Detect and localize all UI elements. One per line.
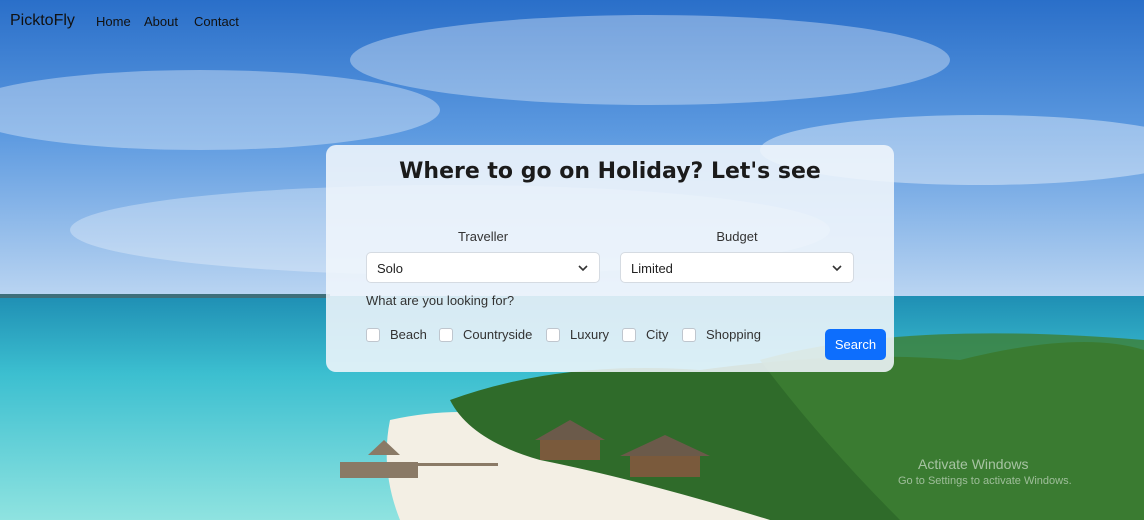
nav-link-about[interactable]: About [144, 14, 178, 29]
search-button[interactable]: Search [825, 329, 886, 360]
nav-link-contact[interactable]: Contact [194, 14, 239, 29]
checkbox-countryside-label: Countryside [463, 327, 533, 342]
holiday-search-card: Where to go on Holiday? Let's see Travel… [326, 145, 894, 372]
chevron-down-icon [832, 265, 842, 272]
checkbox-shopping-box[interactable] [682, 327, 696, 342]
checkbox-city-label: City [646, 327, 669, 342]
budget-select[interactable]: Limited [620, 252, 854, 283]
traveller-select[interactable]: Solo [366, 252, 600, 283]
activate-windows-hint: Go to Settings to activate Windows. [898, 475, 1072, 487]
traveller-select-value: Solo [377, 261, 404, 276]
activate-windows-watermark: Activate Windows [918, 456, 1029, 472]
checkbox-beach[interactable]: Beach [366, 327, 427, 342]
budget-select-value: Limited [631, 261, 673, 276]
checkbox-beach-label: Beach [390, 327, 427, 342]
chevron-down-icon [578, 265, 588, 272]
checkbox-luxury[interactable]: Luxury [546, 327, 609, 342]
checkbox-beach-box[interactable] [366, 327, 380, 342]
checkbox-shopping-label: Shopping [706, 327, 761, 342]
checkbox-city[interactable]: City [622, 327, 668, 342]
brand-logo-link[interactable]: PicktoFly [10, 12, 75, 30]
card-title: Where to go on Holiday? Let's see [399, 159, 821, 184]
budget-label: Budget [716, 229, 758, 244]
checkbox-luxury-box[interactable] [546, 327, 560, 342]
nav-link-home[interactable]: Home [96, 14, 131, 29]
checkbox-city-box[interactable] [622, 327, 636, 342]
checkbox-countryside[interactable]: Countryside [439, 327, 532, 342]
checkbox-countryside-box[interactable] [439, 327, 453, 342]
checkbox-shopping[interactable]: Shopping [682, 327, 761, 342]
checkbox-luxury-label: Luxury [570, 327, 610, 342]
interest-question: What are you looking for? [366, 293, 515, 308]
traveller-label: Traveller [457, 229, 509, 244]
